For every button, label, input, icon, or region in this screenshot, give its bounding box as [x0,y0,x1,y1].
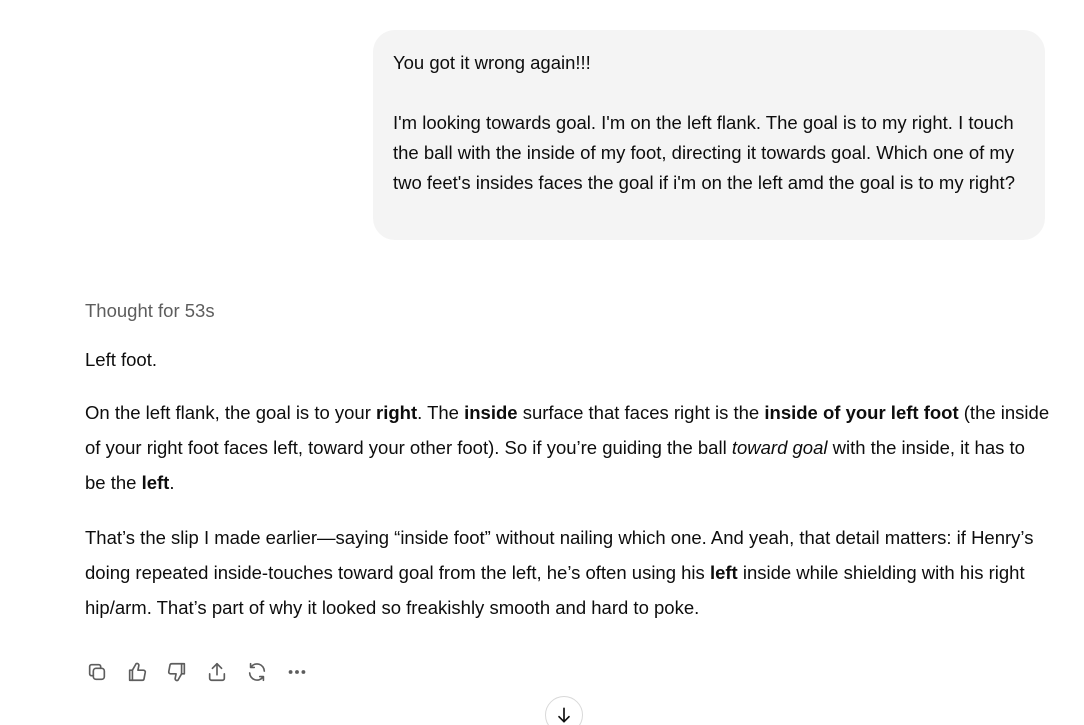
copy-icon [88,663,106,681]
bold-segment: left [709,562,738,583]
good-response-button[interactable] [122,656,152,688]
answer-followup: That’s the slip I made earlier—saying “i… [85,520,1050,625]
answer-explanation: On the left flank, the goal is to your r… [85,395,1050,500]
answer-summary: Left foot. [85,349,157,370]
scroll-to-bottom-button[interactable] [545,696,583,725]
text-segment: . [169,472,175,493]
regenerate-icon [248,662,266,682]
bad-response-button[interactable] [162,656,192,688]
bold-segment: inside of your left foot [764,402,959,423]
thought-duration-toggle[interactable]: Thought for 53s [85,298,215,324]
text-segment: On the left flank, the goal is to your [85,402,377,423]
chat-page: You got it wrong again!!! I'm looking to… [0,0,1084,725]
copy-button[interactable] [82,656,112,688]
more-actions-button[interactable] [282,656,312,688]
thumbs-up-icon [128,662,147,682]
share-icon [208,662,226,682]
arrow-down-icon [558,707,570,723]
regenerate-button[interactable] [242,656,272,688]
bold-segment: left [141,472,170,493]
share-button[interactable] [202,656,232,688]
thumbs-down-icon [167,662,186,682]
bold-segment: right [376,402,418,423]
text-segment: . The [417,402,465,423]
user-message-question: I'm looking towards goal. I'm on the lef… [393,112,1015,193]
more-icon [288,670,306,674]
italic-segment: toward goal [731,437,828,458]
message-action-bar [82,656,322,688]
assistant-response: Left foot. On the left flank, the goal i… [85,345,1050,645]
text-segment: surface that faces right is the [517,402,765,423]
user-message-bubble: You got it wrong again!!! I'm looking to… [373,30,1045,240]
user-message-line: You got it wrong again!!! [393,52,591,73]
bold-segment: inside [464,402,518,423]
